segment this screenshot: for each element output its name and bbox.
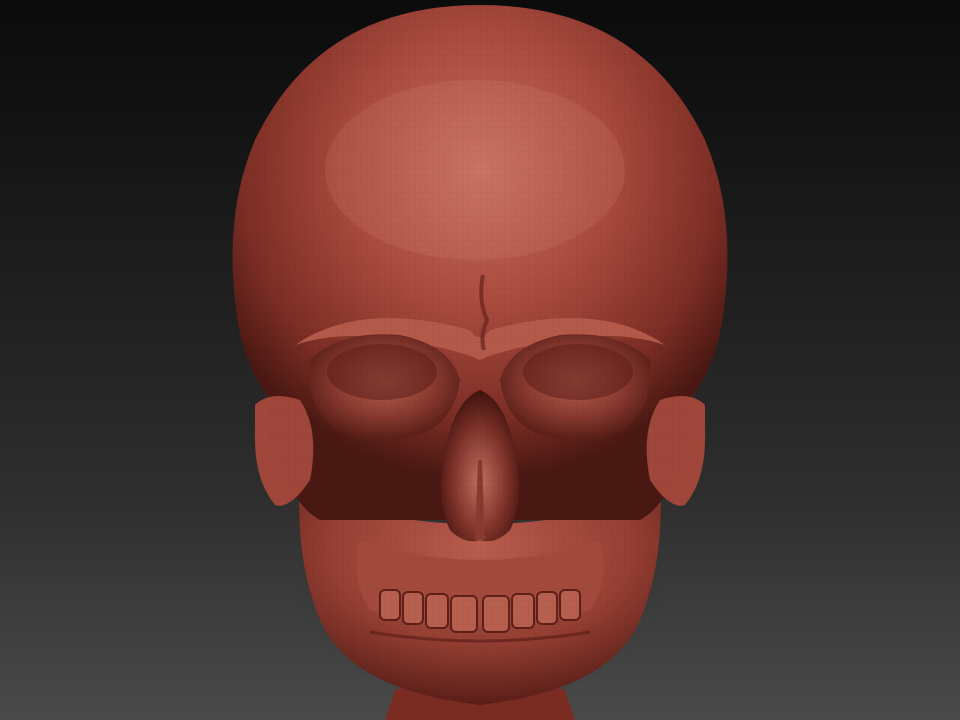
mesh-overlay bbox=[232, 5, 728, 705]
skull-model[interactable] bbox=[0, 0, 960, 720]
sculpt-viewport[interactable] bbox=[0, 0, 960, 720]
